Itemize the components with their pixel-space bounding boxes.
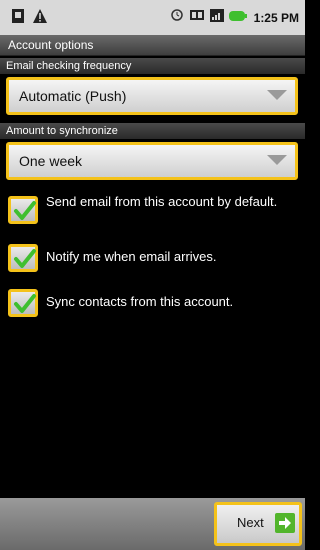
next-label: Next	[237, 515, 264, 530]
alarm-icon	[170, 8, 184, 27]
clock: 1:25 PM	[253, 10, 299, 25]
send-default-label: Send email from this account by default.	[46, 194, 278, 209]
sync-amount-value: One week	[19, 153, 83, 169]
dropdown-arrow-icon	[267, 155, 287, 165]
arrow-right-icon	[275, 513, 295, 533]
frequency-value: Automatic (Push)	[19, 88, 127, 104]
sync-amount-select[interactable]: One week	[6, 142, 298, 180]
dropdown-arrow-icon	[267, 90, 287, 100]
sync-contacts-label: Sync contacts from this account.	[46, 294, 234, 309]
network-icon	[189, 8, 205, 27]
signal-icon	[209, 8, 224, 27]
warning-icon	[32, 8, 48, 29]
frequency-label: Email checking frequency	[0, 58, 305, 74]
sync-contacts-checkbox[interactable]	[8, 289, 38, 317]
checkmark-icon	[14, 249, 36, 268]
title-bar: Account options	[0, 35, 305, 56]
sim-card-icon	[10, 8, 26, 29]
checkmark-icon	[14, 294, 36, 313]
send-default-checkbox[interactable]	[8, 196, 38, 224]
notify-checkbox[interactable]	[8, 244, 38, 272]
checkmark-icon	[14, 201, 36, 220]
status-bar: 1:25 PM	[0, 0, 305, 35]
page-title: Account options	[8, 38, 94, 52]
next-button[interactable]: Next	[214, 502, 302, 546]
sync-amount-label: Amount to synchronize	[0, 123, 305, 139]
notify-label: Notify me when email arrives.	[46, 249, 217, 264]
frequency-select[interactable]: Automatic (Push)	[6, 77, 298, 115]
battery-icon	[228, 9, 247, 27]
